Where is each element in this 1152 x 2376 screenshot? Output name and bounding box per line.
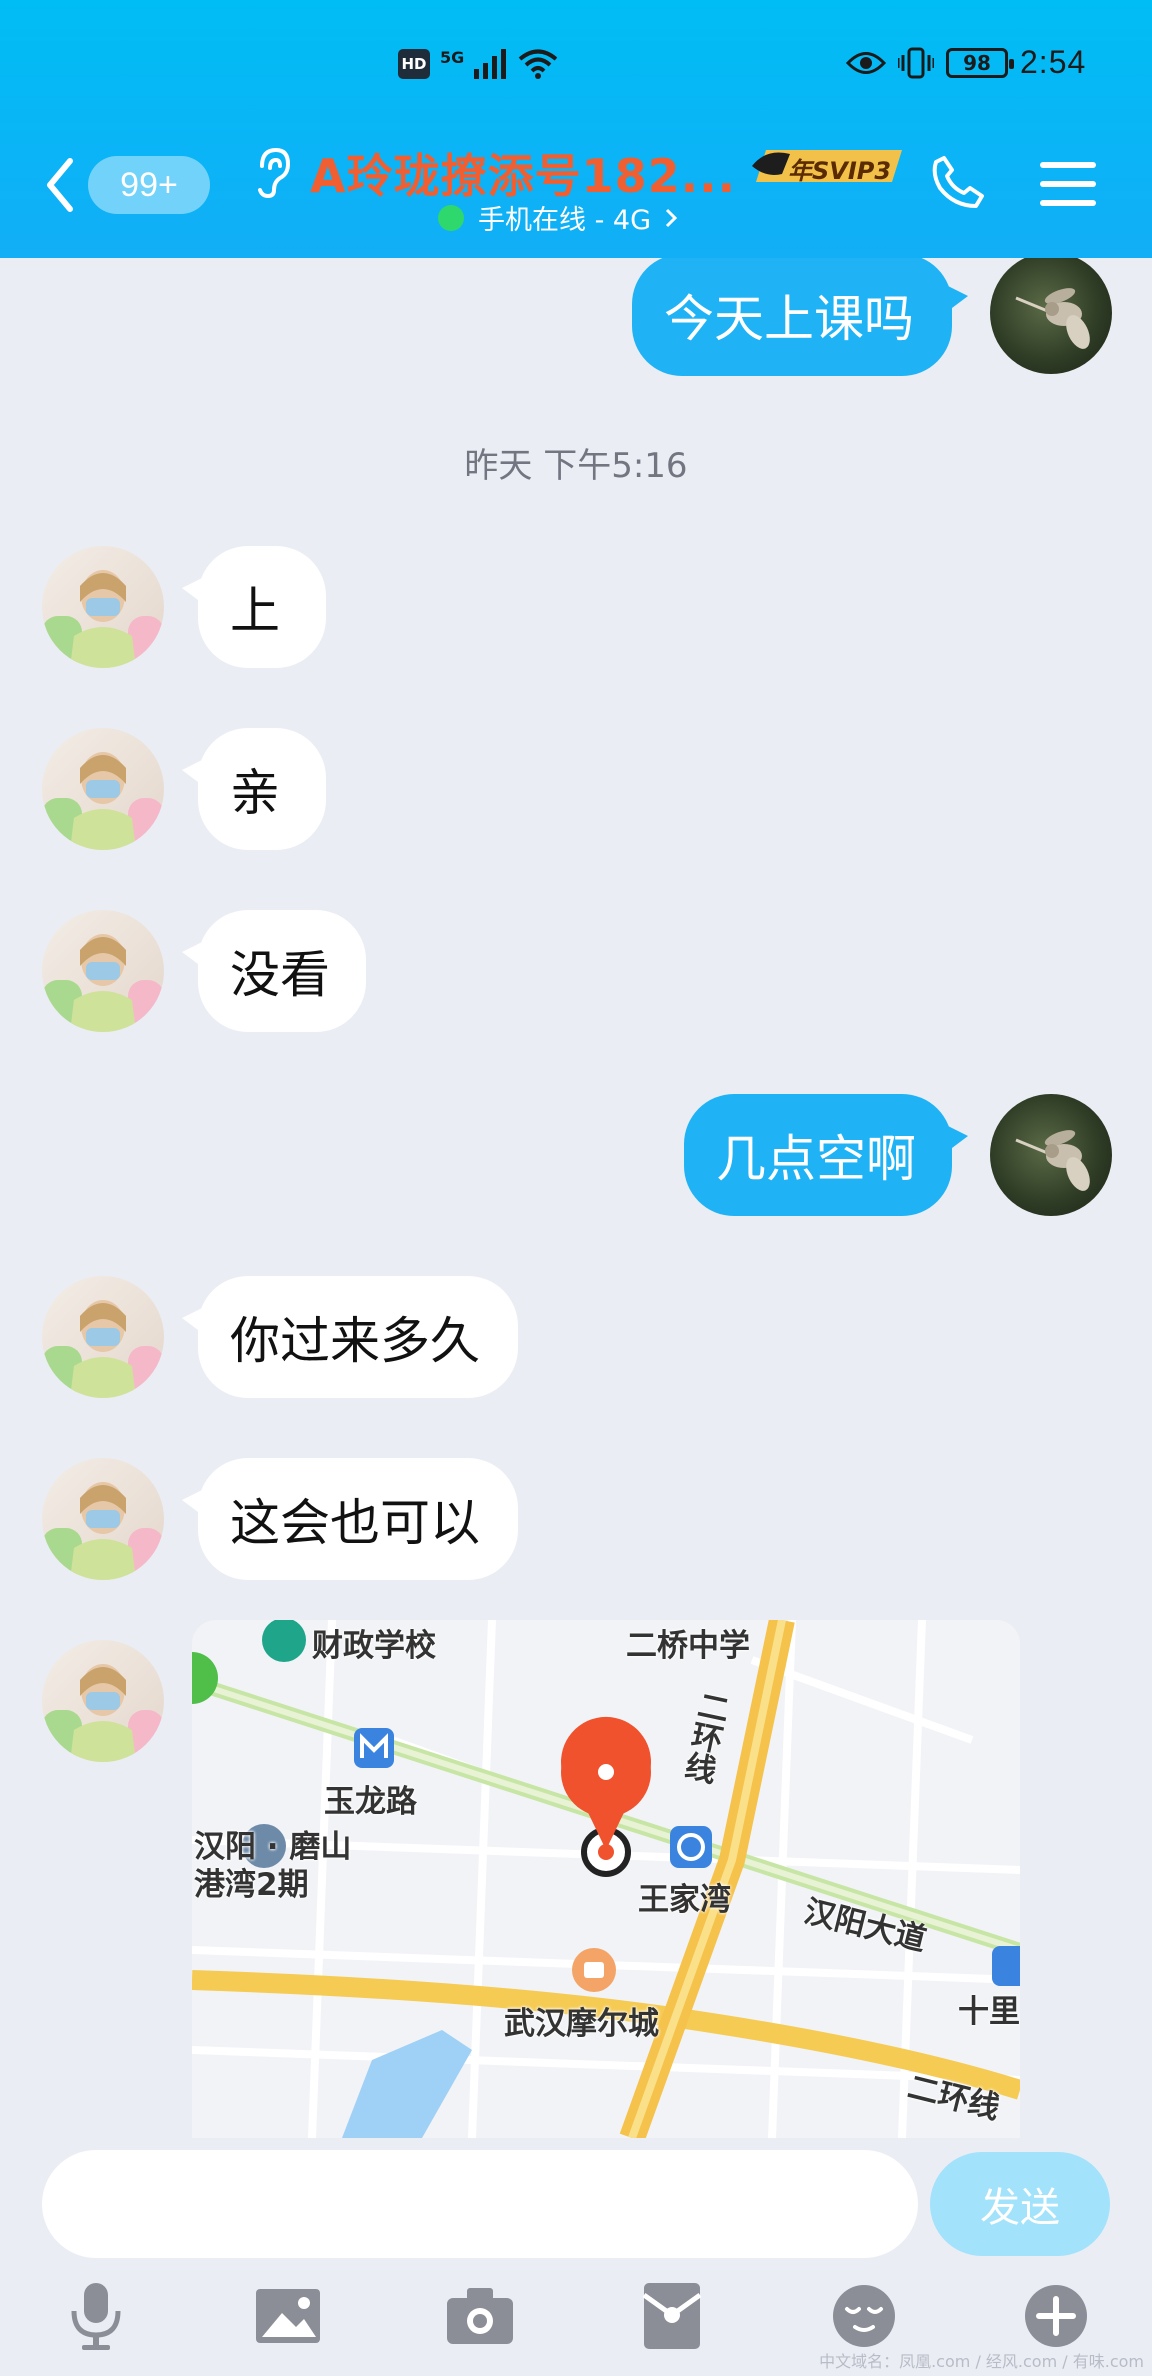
map-label-metro-station: 玉龙路 — [324, 1784, 417, 1820]
hummingbird-avatar-image — [1015, 288, 1090, 349]
chevron-left-icon — [47, 158, 73, 212]
message-bubble-outgoing[interactable]: 今天上课吗 — [632, 258, 968, 376]
wifi-icon — [518, 49, 558, 79]
network-type: 5G — [440, 47, 465, 67]
eye-icon — [846, 51, 886, 74]
online-status[interactable]: 手机在线 - 4G — [438, 198, 678, 237]
menu-button[interactable] — [1040, 160, 1096, 208]
my-avatar[interactable] — [990, 1094, 1112, 1216]
plus-icon — [1025, 2285, 1087, 2347]
map-label-partial-right: 十里 — [958, 1994, 1020, 2030]
hummingbird-avatar-image — [1015, 1130, 1090, 1191]
battery-indicator: 98 — [946, 47, 1014, 78]
watermark: 中文域名：凤凰.com / 经风.com / 有味.com — [819, 2352, 1144, 2371]
emoji-button[interactable] — [824, 2276, 904, 2356]
contact-avatar-image — [42, 1482, 164, 1580]
map-label-middle-school: 二桥中学 — [626, 1628, 750, 1664]
contact-avatar[interactable] — [42, 910, 164, 1032]
unread-count-badge[interactable]: 99+ — [88, 156, 210, 214]
red-packet-icon — [642, 2283, 702, 2349]
microphone-icon — [71, 2283, 121, 2350]
contact-avatar-image — [42, 934, 164, 1032]
emoji-icon — [833, 2285, 895, 2347]
vibrate-icon — [898, 47, 934, 78]
camera-button[interactable] — [440, 2276, 520, 2356]
contact-avatar[interactable] — [42, 728, 164, 850]
message-bubble-incoming[interactable]: 你过来多久 — [182, 1276, 518, 1398]
map-label-interchange: 王家湾 — [638, 1882, 731, 1918]
chat-messages-area[interactable]: 今天上课吗 昨天 下午5:16 上 亲 没看 几点空啊 你过来多久 这会也可以 … — [0, 258, 1152, 2138]
red-packet-button[interactable] — [632, 2276, 712, 2356]
earpiece-mode-icon[interactable] — [252, 146, 292, 200]
camera-icon — [447, 2288, 513, 2344]
status-bar: HD 5G 98 2:54 — [0, 0, 1152, 135]
map-label-area: 汉阳 · 磨山港湾2期 — [194, 1829, 352, 1903]
composer: 发送 中文域名：凤凰.com / 经风.com / 有味.com — [0, 2138, 1152, 2376]
signal-icon — [474, 49, 507, 79]
voice-button[interactable] — [56, 2276, 136, 2356]
hd-icon: HD — [398, 49, 430, 79]
message-bubble-incoming[interactable]: 亲 — [182, 728, 326, 850]
location-map-message[interactable]: 财政学校 二桥中学 二环线 玉龙路 汉阳 · 磨山港湾2期 王家湾 汉阳大道 武… — [192, 1620, 1020, 2138]
more-button[interactable] — [1016, 2276, 1096, 2356]
message-input[interactable] — [42, 2150, 918, 2258]
svip-badge: 年SVIP3 — [752, 144, 904, 188]
contact-avatar-image — [42, 570, 164, 668]
clock: 2:54 — [1020, 44, 1087, 80]
phone-call-button[interactable] — [930, 154, 986, 210]
contact-name[interactable]: A玲珑撩添号182... — [310, 140, 736, 206]
contact-avatar-image — [42, 752, 164, 850]
map-label-mall: 武汉摩尔城 — [504, 2006, 659, 2042]
message-bubble-outgoing[interactable]: 几点空啊 — [684, 1094, 968, 1216]
contact-avatar[interactable] — [42, 1458, 164, 1580]
chevron-right-icon — [665, 208, 678, 227]
contact-avatar[interactable] — [42, 1276, 164, 1398]
message-bubble-incoming[interactable]: 上 — [182, 546, 326, 668]
contact-avatar[interactable] — [42, 1640, 164, 1762]
chat-timestamp: 昨天 下午5:16 — [464, 446, 688, 486]
message-bubble-incoming[interactable]: 没看 — [182, 910, 366, 1032]
send-button[interactable]: 发送 — [930, 2152, 1110, 2256]
online-dot-icon — [438, 204, 464, 231]
message-bubble-incoming[interactable]: 这会也可以 — [182, 1458, 518, 1580]
map-label-school: 财政学校 — [312, 1628, 436, 1664]
contact-avatar-image — [42, 1664, 164, 1762]
image-icon — [256, 2289, 320, 2343]
my-avatar[interactable] — [990, 258, 1112, 374]
back-button[interactable] — [44, 150, 84, 220]
gallery-button[interactable] — [248, 2276, 328, 2356]
contact-avatar[interactable] — [42, 546, 164, 668]
chat-header: HD 5G 98 2:54 99+ A玲珑撩添号182... 年SVIP3 手机… — [0, 0, 1152, 258]
contact-avatar-image — [42, 1300, 164, 1398]
